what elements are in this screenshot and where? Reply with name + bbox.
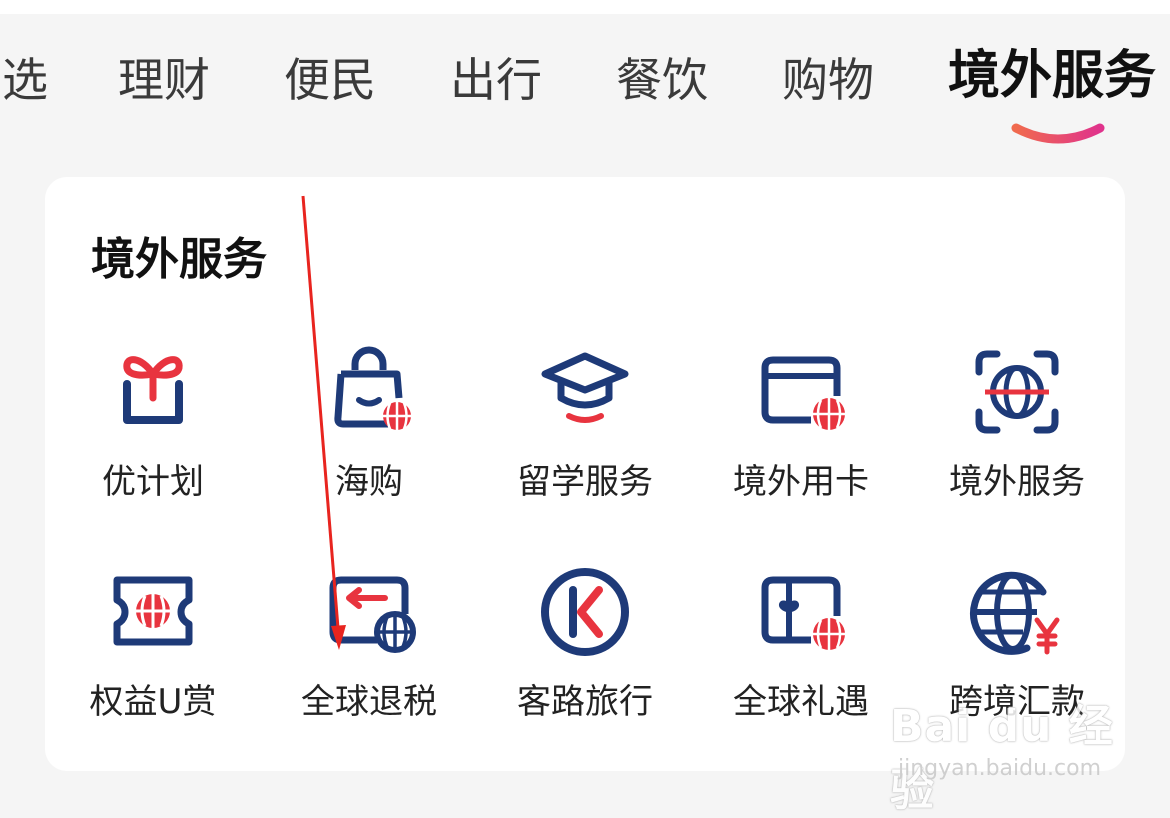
service-label: 境外服务 [949,462,1085,502]
service-item-global-perks[interactable]: 全球礼遇 [693,562,909,752]
service-label: 权益U赏 [89,682,217,722]
service-label: 跨境汇款 [949,682,1085,722]
service-label: 客路旅行 [517,682,653,722]
service-item-tax-refund[interactable]: 全球退税 [261,562,477,752]
service-item-klook[interactable]: 客路旅行 [477,562,693,752]
gift-icon [123,356,183,424]
active-tab-indicator [1011,123,1105,144]
overseas-services-card: 境外服务 优计划 海购 留学服务 境外用卡 境外服务 权益U赏 全球退税 客路旅… [45,177,1125,771]
service-label: 境外用卡 [733,462,869,502]
section-title: 境外服务 [91,234,267,285]
tab-travel[interactable]: 出行 [450,40,542,120]
globe-yuan-icon [970,571,1060,655]
service-item-cross-border-remittance[interactable]: 跨境汇款 [909,562,1125,752]
ticket-globe-icon [113,576,193,646]
shopping-bag-globe-icon [334,346,411,430]
service-item-you-plan[interactable]: 优计划 [45,342,261,532]
tab-dining[interactable]: 餐饮 [616,40,708,120]
service-label: 全球退税 [301,682,437,722]
service-item-study-abroad[interactable]: 留学服务 [477,342,693,532]
globe-scan-icon [975,350,1059,434]
tab-overseas-services[interactable]: 境外服务 [948,36,1156,116]
service-item-overseas-services[interactable]: 境外服务 [909,342,1125,532]
tab-selected[interactable]: 选 [2,40,48,120]
tab-convenience[interactable]: 便民 [284,40,376,120]
service-label: 优计划 [102,462,204,502]
service-label: 全球礼遇 [733,682,869,722]
graduation-cap-icon [541,352,629,423]
service-label: 海购 [335,462,403,502]
category-tabs: 选 理财 便民 出行 餐饮 购物 境外服务 [0,40,1170,130]
card-globe-icon [761,356,845,430]
tab-finance[interactable]: 理财 [118,40,210,120]
service-item-rights-reward[interactable]: 权益U赏 [45,562,261,752]
tab-shopping[interactable]: 购物 [782,40,874,120]
klook-logo-icon [541,568,629,656]
service-item-overseas-card[interactable]: 境外用卡 [693,342,909,532]
top-strip [0,0,1170,14]
service-label: 留学服务 [517,462,653,502]
gift-card-globe-icon [761,576,845,650]
card-arrow-globe-icon [329,576,416,653]
service-item-haigou[interactable]: 海购 [261,342,477,532]
